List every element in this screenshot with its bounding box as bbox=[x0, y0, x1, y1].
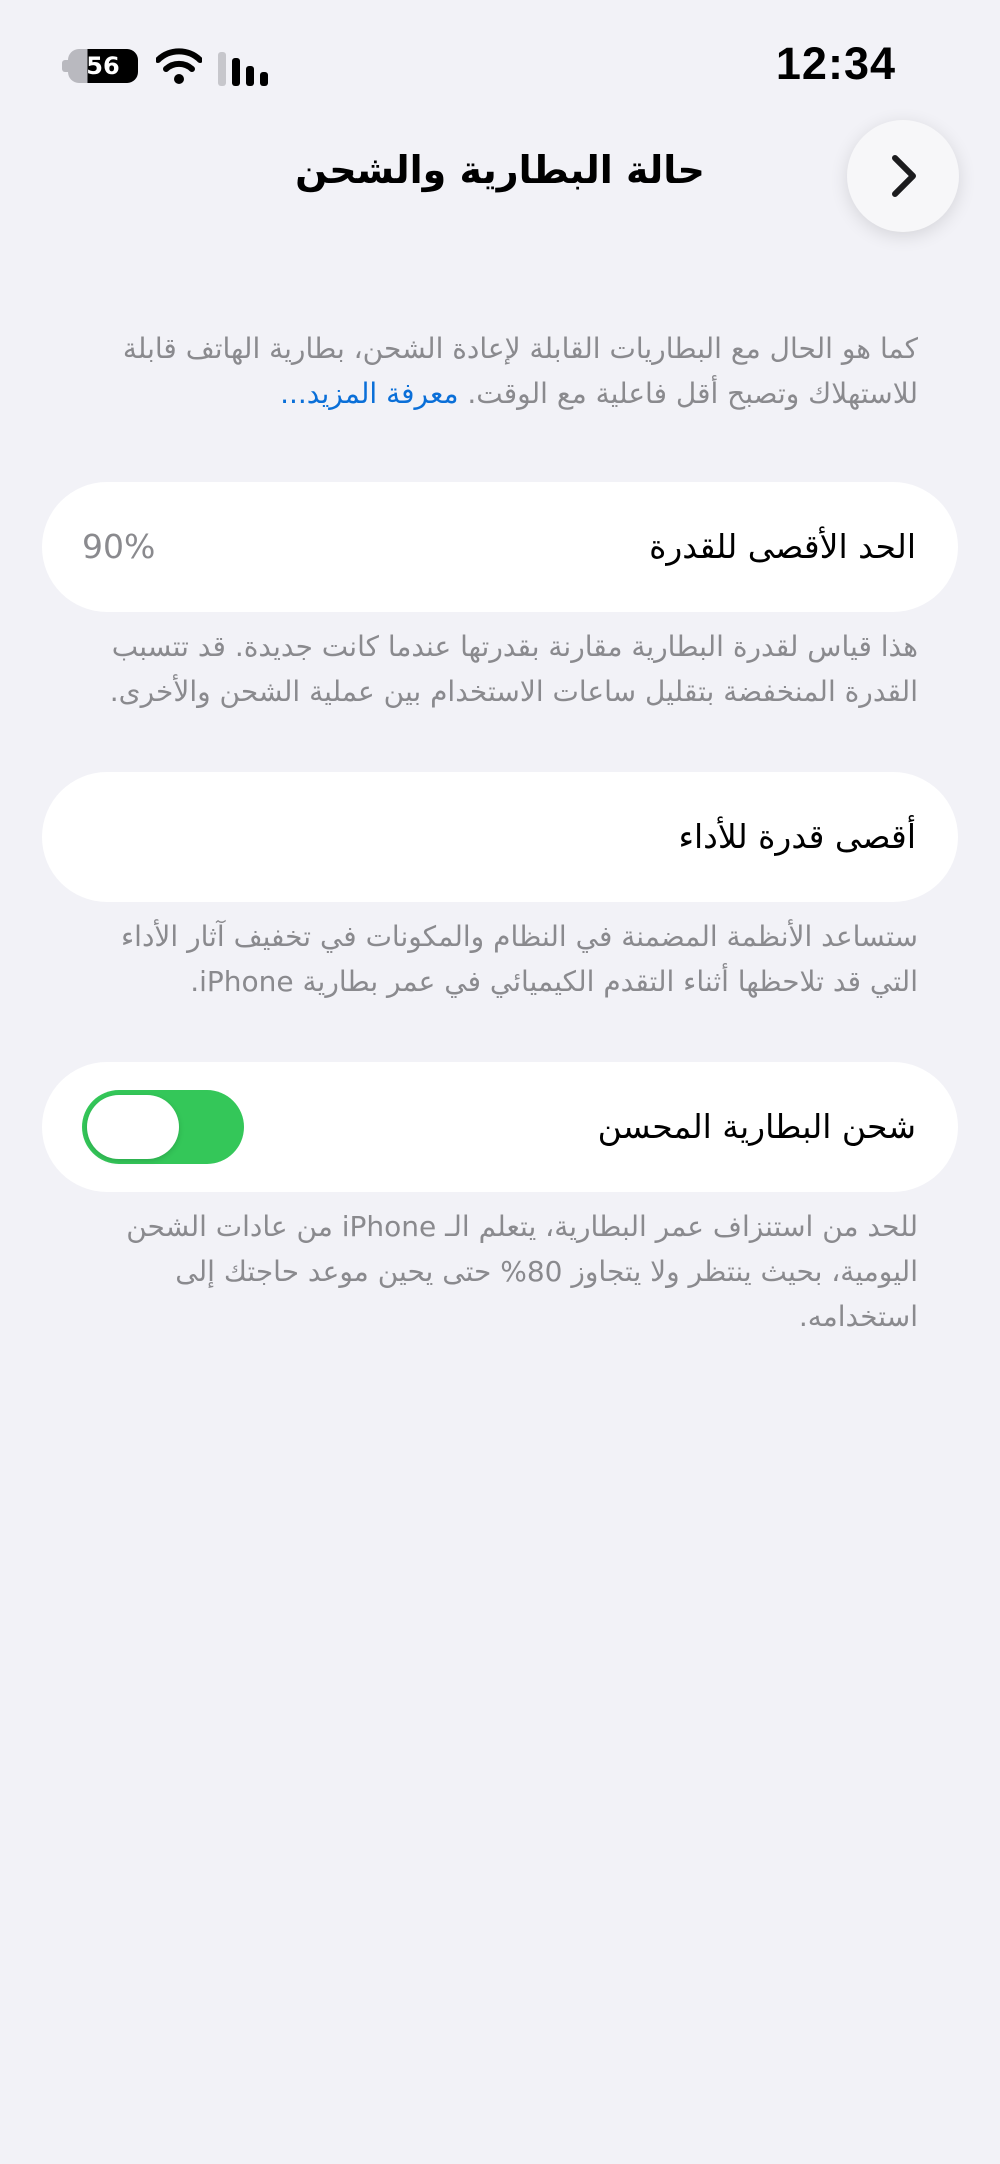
optimized-charging-row: شحن البطارية المحسن bbox=[42, 1062, 958, 1192]
back-button[interactable] bbox=[847, 120, 959, 232]
cellular-signal-icon bbox=[218, 52, 268, 86]
intro-text: كما هو الحال مع البطاريات القابلة لإعادة… bbox=[122, 332, 918, 410]
maximum-capacity-row: الحد الأقصى للقدرة 90% bbox=[42, 482, 958, 612]
battery-level: 56 bbox=[86, 52, 120, 80]
toggle-knob bbox=[87, 1095, 179, 1159]
peak-performance-row: أقصى قدرة للأداء bbox=[42, 772, 958, 902]
optimized-charging-toggle[interactable] bbox=[82, 1090, 244, 1164]
maximum-capacity-value: 90% bbox=[82, 527, 156, 566]
intro-description: كما هو الحال مع البطاريات القابلة لإعادة… bbox=[78, 326, 918, 416]
learn-more-link[interactable]: معرفة المزيد... bbox=[280, 377, 458, 410]
optimized-charging-footer: للحد من استنزاف عمر البطارية، يتعلم الـ … bbox=[126, 1210, 918, 1333]
maximum-capacity-label: الحد الأقصى للقدرة bbox=[649, 527, 916, 566]
optimized-charging-label: شحن البطارية المحسن bbox=[597, 1107, 916, 1146]
wifi-icon bbox=[156, 48, 202, 84]
chevron-right-icon bbox=[892, 155, 916, 197]
peak-performance-label: أقصى قدرة للأداء bbox=[678, 817, 917, 856]
status-time: 12:34 bbox=[775, 38, 896, 89]
peak-performance-footer: ستساعد الأنظمة المضمنة في النظام والمكون… bbox=[121, 920, 918, 998]
status-bar: 56 12:34 bbox=[0, 0, 1000, 120]
battery-icon: 56 bbox=[68, 49, 138, 83]
maximum-capacity-footer: هذا قياس لقدرة البطارية مقارنة بقدرتها ع… bbox=[109, 630, 918, 708]
